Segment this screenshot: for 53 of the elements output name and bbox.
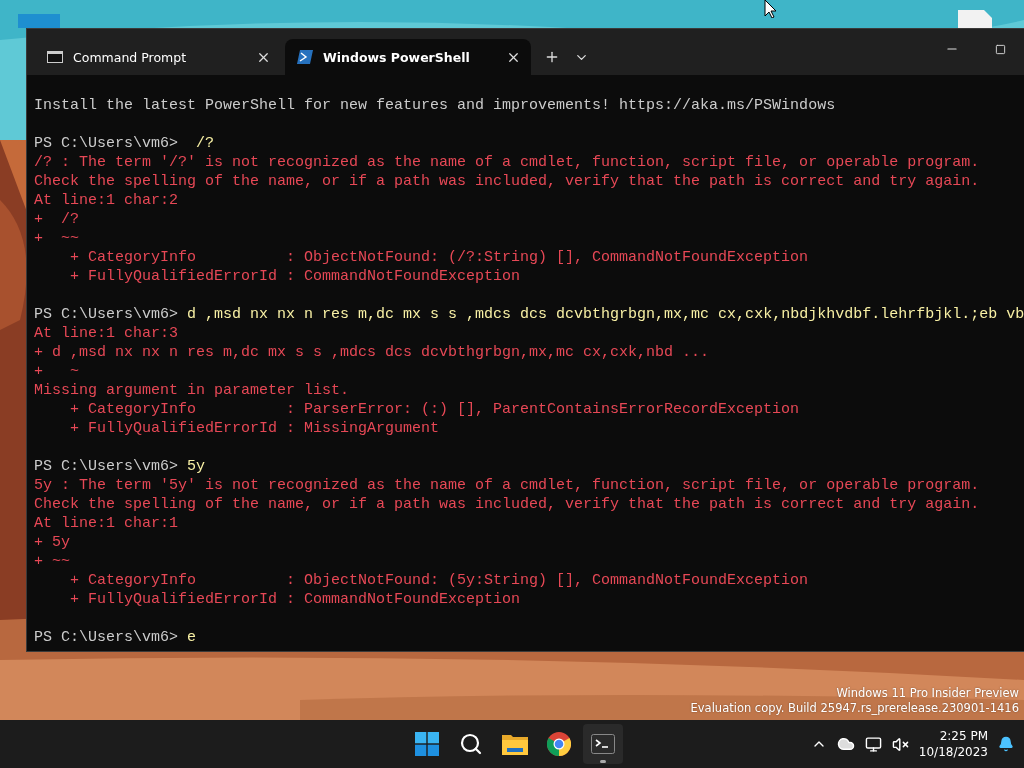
- terminal-output-line: Install the latest PowerShell for new features and improvements! https://aka.ms/PSWindows: [34, 96, 837, 115]
- error-line: + FullyQualifiedErrorId : CommandNotFoundException: [69, 590, 522, 609]
- clock[interactable]: 2:25 PM 10/18/2023: [918, 728, 988, 760]
- error-line: + /?: [34, 210, 80, 229]
- cloud-icon[interactable]: [836, 735, 855, 753]
- notification-bell-icon[interactable]: [998, 736, 1014, 752]
- error-line: Missing argument in parameter list.: [34, 381, 351, 400]
- command-text: /?: [195, 135, 215, 152]
- windows-start-icon[interactable]: [415, 732, 439, 756]
- watermark-text: Evaluation copy. Build 25947.rs_prerelease.230901-1416: [690, 701, 1019, 716]
- time: 2:25 PM: [939, 728, 988, 744]
- error-line: + CategoryInfo : ObjectNotFound: (/?:String) [], CommandNotFoundException: [69, 248, 810, 267]
- error-line: + ~~: [34, 229, 80, 248]
- error-line: + d ,msd nx nx n res m,dc mx s s ,mdcs dcs dcvbthgrbgn,mx,mc cx,cxk,nbd ...: [34, 343, 711, 362]
- error-line: + ~: [34, 362, 80, 381]
- error-line: At line:1 char:3: [34, 324, 180, 343]
- prompt: PS C:\Users\vm6>: [34, 306, 179, 323]
- prompt: PS C:\Users\vm6>: [34, 458, 179, 475]
- new-tab-icon[interactable]: [544, 49, 560, 65]
- error-line: At line:1 char:1: [34, 514, 180, 533]
- network-icon[interactable]: [864, 735, 882, 753]
- error-line: + CategoryInfo : ObjectNotFound: (5y:String) [], CommandNotFoundException: [69, 571, 810, 590]
- cursor-icon: [764, 0, 776, 18]
- error-line: + ~~: [34, 552, 71, 571]
- error-line: At line:1 char:2: [34, 191, 180, 210]
- command-text: e: [186, 629, 197, 646]
- powershell-icon: [297, 50, 313, 64]
- terminal-icon[interactable]: [591, 734, 615, 754]
- command-text: 5y: [186, 458, 206, 475]
- error-line: Check the spelling of the name, or if a path was included, verify that the path is correct and try again.: [34, 172, 981, 191]
- browser-icon[interactable]: [547, 732, 571, 756]
- maximize-icon[interactable]: [994, 43, 1006, 55]
- taskbar-app-button[interactable]: [583, 724, 623, 764]
- prompt: PS C:\Users\vm6>: [34, 629, 179, 646]
- tab-label: Windows PowerShell: [323, 49, 471, 65]
- prompt: PS C:\Users\vm6>: [34, 135, 179, 152]
- error-line: /? : The term '/?' is not recognized as the name of a cmdlet, function, script file, or operable program.: [34, 153, 981, 172]
- tab[interactable]: Windows PowerShell: [285, 39, 531, 75]
- error-line: + 5y: [34, 533, 71, 552]
- tab[interactable]: Command Prompt: [35, 39, 281, 75]
- search-icon[interactable]: [459, 732, 483, 756]
- folder-icon[interactable]: [502, 733, 528, 755]
- error-line: Check the spelling of the name, or if a path was included, verify that the path is correct and try again.: [34, 495, 981, 514]
- error-line: + CategoryInfo : ParserError: (:) [], ParentContainsErrorRecordException: [69, 400, 801, 419]
- tab-label: Command Prompt: [73, 49, 188, 65]
- error-line: 5y : The term '5y' is not recognized as the name of a cmdlet, function, script file, or operable program.: [34, 476, 981, 495]
- watermark-text: Windows 11 Pro Insider Preview: [836, 686, 1019, 701]
- error-line: + FullyQualifiedErrorId : MissingArgument: [69, 419, 441, 438]
- console-icon: [47, 51, 63, 63]
- date: 10/18/2023: [918, 744, 988, 760]
- command-text: d ,msd nx nx n res m,dc mx s s ,mdcs dcs dcvbthgrbgn,mx,mc cx,cxk,nbdjkhvdbf.lehrfbjkl.;eb vb: [186, 306, 1024, 323]
- error-line: + FullyQualifiedErrorId : CommandNotFoundException: [69, 267, 522, 286]
- mute-icon[interactable]: [891, 735, 909, 753]
